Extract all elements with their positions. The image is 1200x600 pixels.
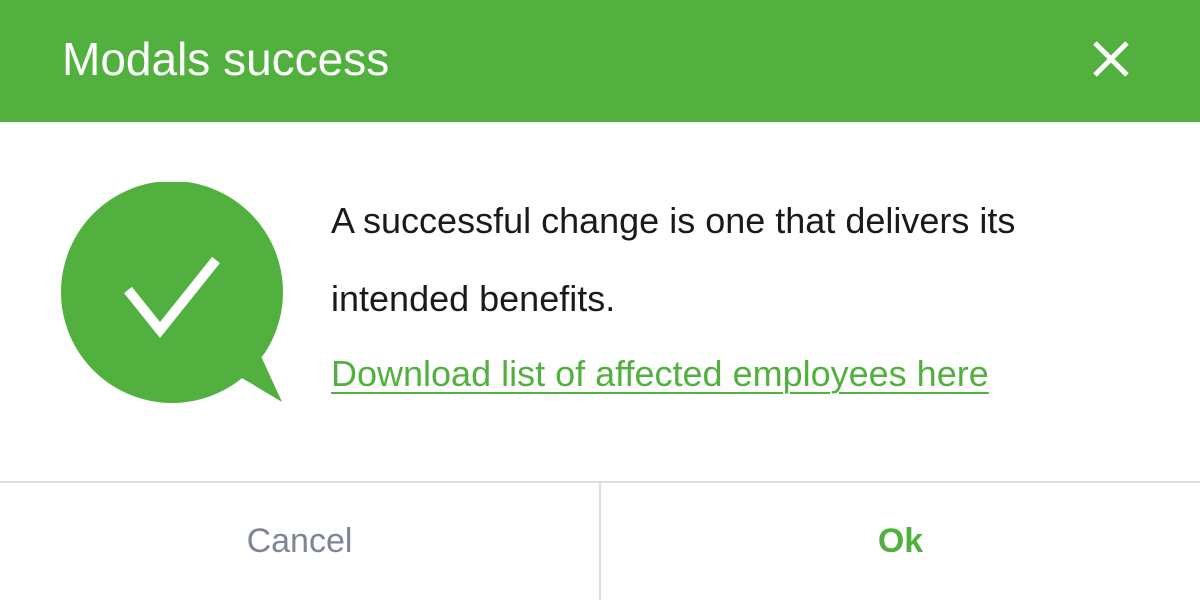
check-speech-bubble-icon — [61, 182, 283, 403]
modal-message: A successful change is one that delivers… — [331, 200, 1016, 319]
modal-header: Modals success — [0, 0, 1200, 122]
ok-button[interactable]: Ok — [601, 483, 1200, 600]
modal-footer: Cancel Ok — [0, 481, 1200, 600]
download-employees-link[interactable]: Download list of affected employees here — [331, 348, 989, 400]
modal-title: Modals success — [62, 33, 390, 85]
modal-body: A successful change is one that delivers… — [0, 122, 1200, 482]
close-button[interactable] — [1080, 28, 1142, 90]
cancel-button[interactable]: Cancel — [0, 483, 601, 600]
success-modal: Modals success A successful change is on… — [0, 0, 1200, 600]
close-icon — [1093, 41, 1129, 77]
